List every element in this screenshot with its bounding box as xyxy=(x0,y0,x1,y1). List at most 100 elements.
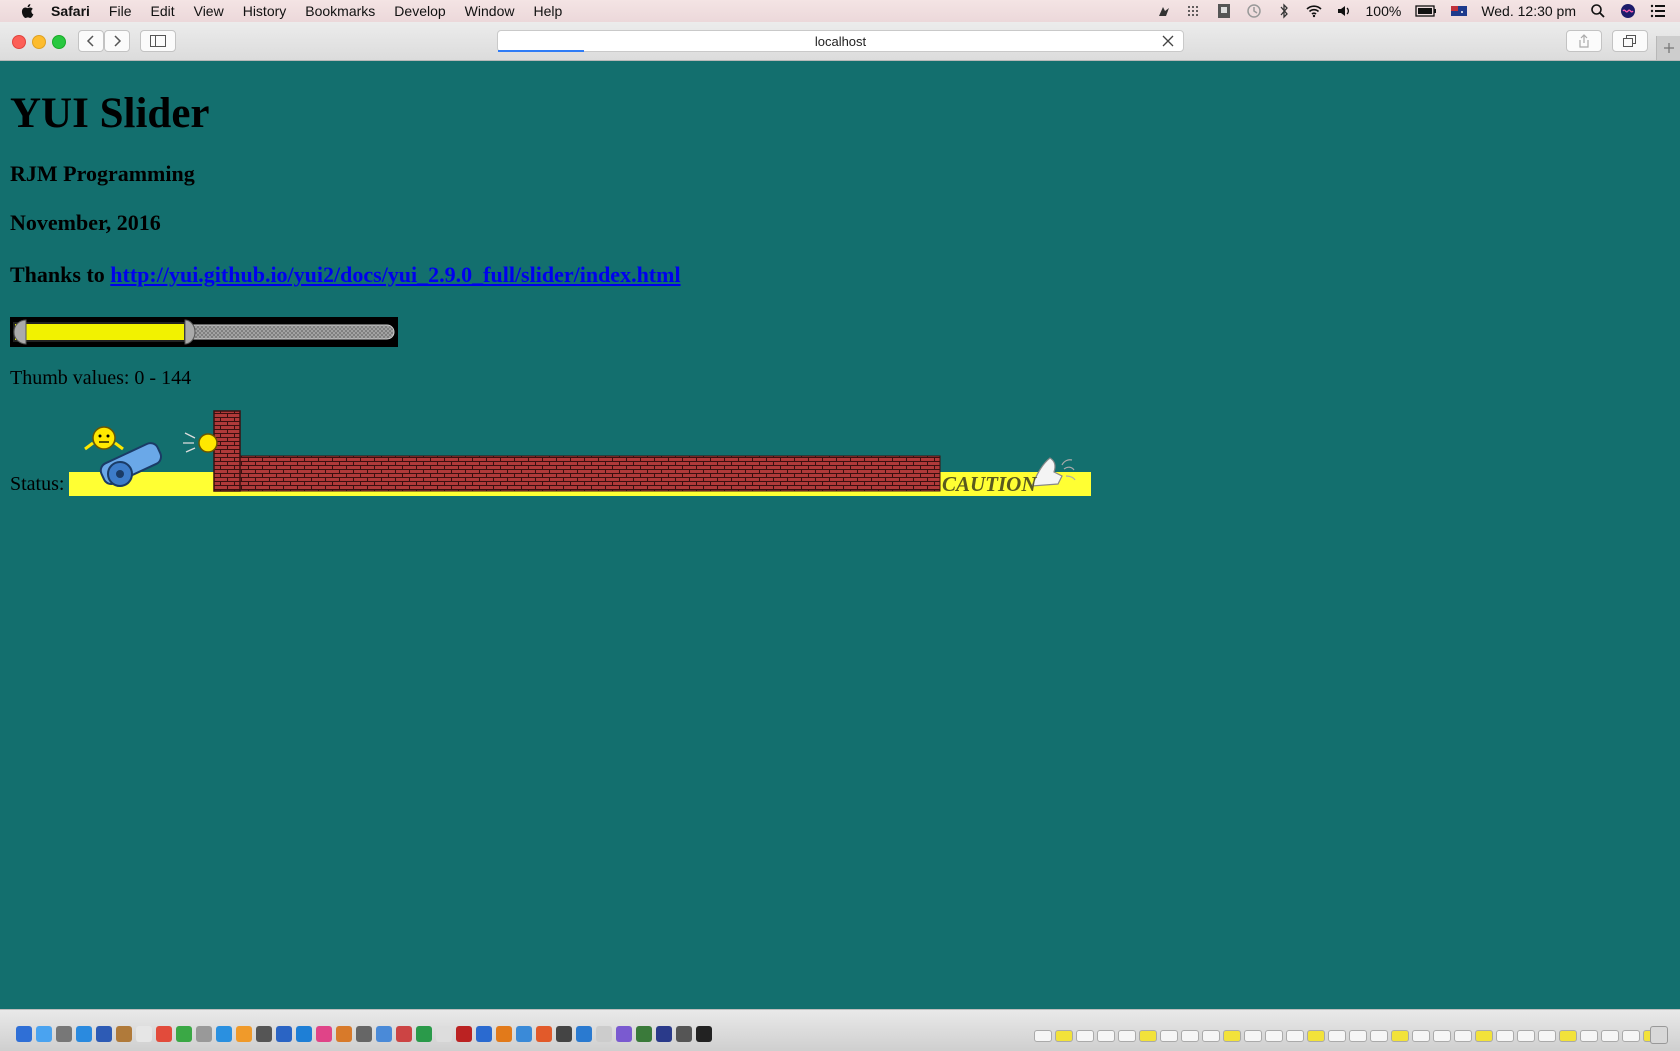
dock-window-thumbnail[interactable] xyxy=(1097,1030,1115,1042)
menu-view[interactable]: View xyxy=(194,3,224,19)
dock-window-thumbnail[interactable] xyxy=(1538,1030,1556,1042)
dock-window-thumbnail[interactable] xyxy=(1580,1030,1598,1042)
bluetooth-icon[interactable] xyxy=(1276,3,1292,19)
dock-window-thumbnail[interactable] xyxy=(1496,1030,1514,1042)
notification-center-icon[interactable] xyxy=(1650,3,1666,19)
dock-window-thumbnail[interactable] xyxy=(1139,1030,1157,1042)
dock-app-icon[interactable] xyxy=(276,1026,292,1042)
dock-app-icon[interactable] xyxy=(696,1026,712,1042)
dock-app-icon[interactable] xyxy=(156,1026,172,1042)
new-tab-button[interactable] xyxy=(1656,36,1680,60)
dock-window-thumbnail[interactable] xyxy=(1328,1030,1346,1042)
dock-window-thumbnail[interactable] xyxy=(1055,1030,1073,1042)
dock-window-thumbnail[interactable] xyxy=(1034,1030,1052,1042)
dock-window-thumbnail[interactable] xyxy=(1307,1030,1325,1042)
dock-app-icon[interactable] xyxy=(376,1026,392,1042)
stop-loading-icon[interactable] xyxy=(1162,35,1174,47)
dock-app-icon[interactable] xyxy=(476,1026,492,1042)
dock-app-icon[interactable] xyxy=(676,1026,692,1042)
dock-window-thumbnail[interactable] xyxy=(1244,1030,1262,1042)
dock-app-icon[interactable] xyxy=(436,1026,452,1042)
dock-window-thumbnail[interactable] xyxy=(1286,1030,1304,1042)
dock-window-thumbnail[interactable] xyxy=(1559,1030,1577,1042)
window-zoom-button[interactable] xyxy=(52,35,66,49)
dock-window-thumbnail[interactable] xyxy=(1412,1030,1430,1042)
dock-app-icon[interactable] xyxy=(76,1026,92,1042)
dock-app-icon[interactable] xyxy=(316,1026,332,1042)
dock-app-icon[interactable] xyxy=(456,1026,472,1042)
dock-app-icon[interactable] xyxy=(296,1026,312,1042)
dock-app-icon[interactable] xyxy=(536,1026,552,1042)
dock-window-thumbnail[interactable] xyxy=(1622,1030,1640,1042)
dock-window-thumbnail[interactable] xyxy=(1076,1030,1094,1042)
back-button[interactable] xyxy=(78,30,104,52)
dots-icon[interactable] xyxy=(1186,3,1202,19)
dock-app-icon[interactable] xyxy=(136,1026,152,1042)
dock-window-thumbnail[interactable] xyxy=(1349,1030,1367,1042)
dock-app-icon[interactable] xyxy=(416,1026,432,1042)
dock-window-thumbnail[interactable] xyxy=(1517,1030,1535,1042)
dock-app-icon[interactable] xyxy=(176,1026,192,1042)
dock-app-icon[interactable] xyxy=(636,1026,652,1042)
dock-window-thumbnail[interactable] xyxy=(1391,1030,1409,1042)
apple-icon[interactable] xyxy=(19,2,37,20)
dock-window-thumbnail[interactable] xyxy=(1475,1030,1493,1042)
extension-icon[interactable] xyxy=(1156,3,1172,19)
sidebar-button[interactable] xyxy=(140,30,176,52)
dock-app-icon[interactable] xyxy=(496,1026,512,1042)
dock-window-thumbnail[interactable] xyxy=(1433,1030,1451,1042)
dock-app-icon[interactable] xyxy=(36,1026,52,1042)
spotlight-icon[interactable] xyxy=(1590,3,1606,19)
book-icon[interactable] xyxy=(1216,3,1232,19)
dock-app-icon[interactable] xyxy=(56,1026,72,1042)
dock-window-thumbnail[interactable] xyxy=(1160,1030,1178,1042)
dock-window-thumbnail[interactable] xyxy=(1601,1030,1619,1042)
dock-window-thumbnail[interactable] xyxy=(1202,1030,1220,1042)
dock-app-icon[interactable] xyxy=(596,1026,612,1042)
menu-app-name[interactable]: Safari xyxy=(51,3,90,19)
dock-app-icon[interactable] xyxy=(256,1026,272,1042)
tabs-overview-button[interactable] xyxy=(1612,30,1648,52)
menu-develop[interactable]: Develop xyxy=(394,3,445,19)
wifi-icon[interactable] xyxy=(1305,3,1322,19)
dock-app-icon[interactable] xyxy=(356,1026,372,1042)
menu-bookmarks[interactable]: Bookmarks xyxy=(305,3,375,19)
window-minimize-button[interactable] xyxy=(32,35,46,49)
flag-icon[interactable] xyxy=(1451,3,1468,19)
dock-app-icon[interactable] xyxy=(576,1026,592,1042)
menu-edit[interactable]: Edit xyxy=(150,3,174,19)
menu-bar: Safari File Edit View History Bookmarks … xyxy=(0,0,1680,22)
dock-app-icon[interactable] xyxy=(116,1026,132,1042)
menu-window[interactable]: Window xyxy=(465,3,515,19)
menu-file[interactable]: File xyxy=(109,3,132,19)
dock-app-icon[interactable] xyxy=(616,1026,632,1042)
dock-app-icon[interactable] xyxy=(216,1026,232,1042)
dock-app-icon[interactable] xyxy=(196,1026,212,1042)
dock-app-icon[interactable] xyxy=(336,1026,352,1042)
dock-window-thumbnail[interactable] xyxy=(1181,1030,1199,1042)
dock-window-thumbnail[interactable] xyxy=(1454,1030,1472,1042)
dock-window-thumbnail[interactable] xyxy=(1223,1030,1241,1042)
dock-app-icon[interactable] xyxy=(96,1026,112,1042)
dock-app-icon[interactable] xyxy=(556,1026,572,1042)
window-close-button[interactable] xyxy=(12,35,26,49)
menu-help[interactable]: Help xyxy=(533,3,562,19)
battery-icon[interactable] xyxy=(1415,3,1437,19)
dock-window-thumbnail[interactable] xyxy=(1118,1030,1136,1042)
clock[interactable]: Wed. 12:30 pm xyxy=(1481,3,1576,19)
dock-app-icon[interactable] xyxy=(656,1026,672,1042)
trash-icon[interactable] xyxy=(1650,1026,1668,1044)
dock-app-icon[interactable] xyxy=(16,1026,32,1042)
forward-button[interactable] xyxy=(104,30,130,52)
siri-icon[interactable] xyxy=(1620,3,1636,19)
share-button[interactable] xyxy=(1566,30,1602,52)
dock-app-icon[interactable] xyxy=(396,1026,412,1042)
dock-window-thumbnail[interactable] xyxy=(1370,1030,1388,1042)
address-bar[interactable]: localhost xyxy=(497,30,1184,52)
volume-icon[interactable] xyxy=(1336,3,1352,19)
menu-history[interactable]: History xyxy=(243,3,287,19)
time-machine-icon[interactable] xyxy=(1246,3,1262,19)
dock-window-thumbnail[interactable] xyxy=(1265,1030,1283,1042)
dock-app-icon[interactable] xyxy=(516,1026,532,1042)
dock-app-icon[interactable] xyxy=(236,1026,252,1042)
